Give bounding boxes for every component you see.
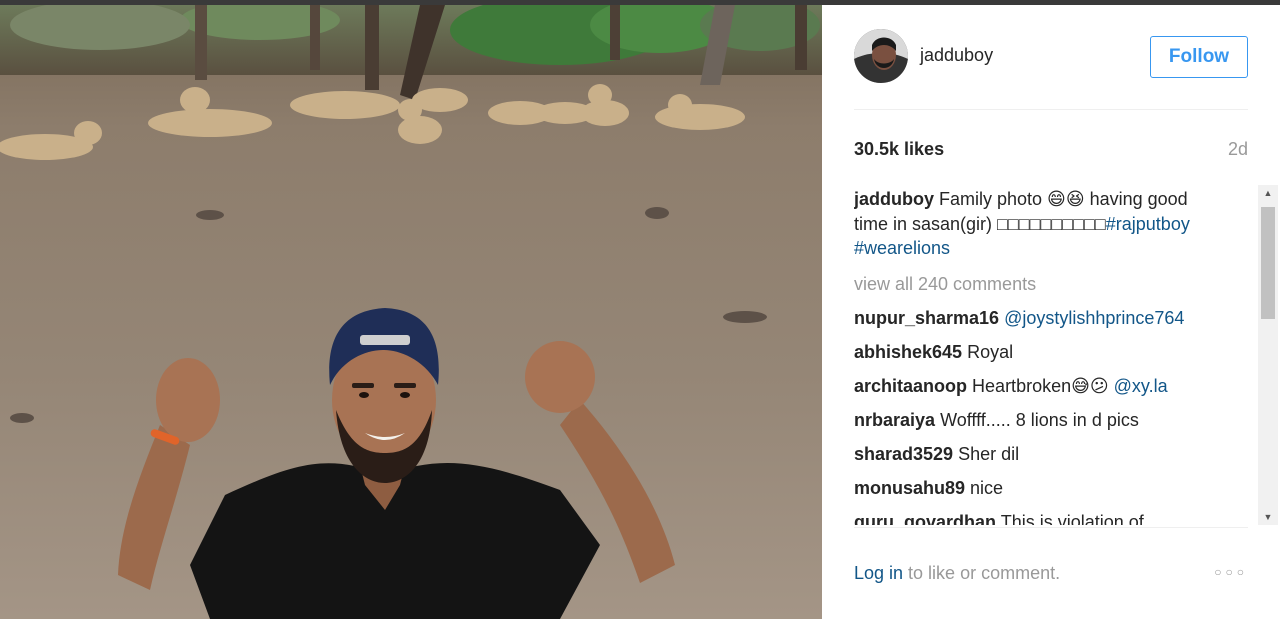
comment-text: nice xyxy=(970,477,1004,498)
comment-username[interactable]: guru_govardhan xyxy=(854,512,996,526)
comment-item: guru_govardhan This is violation of xyxy=(854,510,1250,526)
likes-row: 30.5k likes 2d xyxy=(854,139,1248,163)
likes-count[interactable]: 30.5k likes xyxy=(854,139,944,160)
view-all-comments-link[interactable]: view all 240 comments xyxy=(854,272,1250,296)
more-options-icon[interactable]: ○○○ xyxy=(1214,565,1248,579)
comment-username[interactable]: monusahu89 xyxy=(854,478,965,498)
comment-text: Sher dil xyxy=(958,443,1020,464)
comment-username[interactable]: nupur_sharma16 xyxy=(854,308,999,328)
login-link[interactable]: Log in xyxy=(854,563,903,583)
login-prompt-text: to like or comment. xyxy=(903,563,1061,583)
caption-username[interactable]: jadduboy xyxy=(854,189,934,209)
comments-list[interactable]: jadduboy Family photo 😄😆 having good tim… xyxy=(854,187,1250,525)
comment-username[interactable]: sharad3529 xyxy=(854,444,953,464)
post-username[interactable]: jadduboy xyxy=(920,45,993,66)
login-prompt: Log in to like or comment. xyxy=(854,563,1060,584)
comment-text: This is violation of xyxy=(1000,511,1144,526)
comment-item: nupur_sharma16 @joystylishhprince764 xyxy=(854,306,1250,330)
post-photo-image xyxy=(0,5,822,619)
avatar[interactable] xyxy=(854,29,908,83)
comment-text: Heartbroken😅😕 xyxy=(972,375,1109,396)
post-footer: Log in to like or comment. ○○○ xyxy=(854,527,1248,607)
post-details-panel: jadduboy Follow 30.5k likes 2d jadduboy … xyxy=(822,5,1280,619)
scrollbar-thumb[interactable] xyxy=(1261,207,1275,319)
comment-mention[interactable]: @xy.la xyxy=(1114,376,1168,396)
comment-username[interactable]: abhishek645 xyxy=(854,342,962,362)
post-timestamp[interactable]: 2d xyxy=(1228,139,1248,160)
comment-item: abhishek645 Royal xyxy=(854,340,1250,364)
comment-item: architaanoop Heartbroken😅😕 @xy.la xyxy=(854,374,1250,398)
scroll-up-arrow-icon[interactable]: ▲ xyxy=(1258,185,1278,201)
comment-text: Woffff..... 8 lions in d pics xyxy=(940,409,1139,430)
comments-scrollbar[interactable]: ▲ ▼ xyxy=(1258,185,1278,525)
post-header: jadduboy Follow xyxy=(854,25,1248,110)
hashtag-rajputboy[interactable]: #rajputboy xyxy=(1106,214,1190,234)
comment-mention[interactable]: @joystylishhprince764 xyxy=(1004,308,1184,328)
post-photo[interactable] xyxy=(0,5,822,619)
comment-username[interactable]: nrbaraiya xyxy=(854,410,935,430)
post-caption: jadduboy Family photo 😄😆 having good tim… xyxy=(854,187,1196,261)
comment-item: nrbaraiya Woffff..... 8 lions in d pics xyxy=(854,408,1250,432)
scroll-down-arrow-icon[interactable]: ▼ xyxy=(1258,509,1278,525)
comment-username[interactable]: architaanoop xyxy=(854,376,967,396)
avatar-image xyxy=(854,29,908,83)
comment-item: monusahu89 nice xyxy=(854,476,1250,500)
comment-item: sharad3529 Sher dil xyxy=(854,442,1250,466)
comment-text: Royal xyxy=(967,341,1014,362)
hashtag-wearelions[interactable]: #wearelions xyxy=(854,238,950,258)
follow-button[interactable]: Follow xyxy=(1150,36,1248,78)
